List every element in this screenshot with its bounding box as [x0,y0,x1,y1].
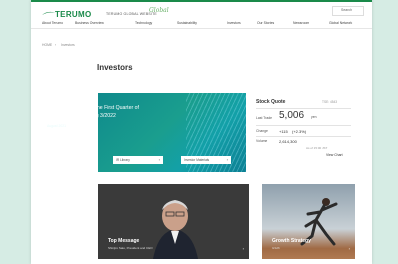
nav-item-sustainability[interactable]: Sustainability [177,21,197,25]
divider [256,125,351,126]
change-value: +115 [279,129,288,134]
change-label: Change [256,129,268,133]
last-trade-value: 5,006 [279,110,305,121]
growth-strategy-card[interactable]: Growth Strategy GS26 › [262,184,355,259]
site-header: TERUMO TERUMO GLOBAL WEBSITE Global Sear… [31,2,372,28]
investor-materials-select[interactable]: Investor Materials › [181,156,231,164]
page-title: Investors [97,63,133,72]
price-unit: yen [311,115,317,119]
view-chart-link[interactable]: View Chart [326,153,343,157]
stock-ticker: TSE: 4543 [322,100,338,104]
stock-quote-panel: Stock Quote TSE: 4543 Last Trade 5,006 y… [256,96,351,172]
card-title: Growth Strategy [272,238,311,244]
search-label: Search [341,8,353,12]
volume-label: Volume [256,139,268,143]
nav-item-global[interactable]: Global Network [329,21,352,25]
nav-item-newsroom[interactable]: Newsroom [293,21,309,25]
breadcrumb-home[interactable]: HOME [42,43,52,47]
nav-item-technology[interactable]: Technology [135,21,152,25]
nav-divider [31,28,372,29]
nav-item-business[interactable]: Business Overview [75,21,104,25]
logo-swoosh-icon [42,11,56,15]
top-message-card[interactable]: Top Message Shinjiro Sato, President and… [98,184,249,259]
hero-title[interactable]: Financial Results for the First Quarter … [47,104,147,120]
stock-quote-title: Stock Quote [256,99,286,105]
chevron-right-icon: › [226,157,228,162]
volume-value: 2,614,300 [279,139,297,144]
change-percent: (+2.3%) [292,129,307,134]
breadcrumb-separator: › [55,43,57,47]
chevron-right-icon: › [242,246,244,251]
ir-library-select[interactable]: IR Library › [113,156,163,164]
script-logo: Global [149,7,169,14]
nav-item-stories[interactable]: Our Stories [257,21,274,25]
chevron-right-icon: › [348,246,350,251]
breadcrumb-current: Investors [61,43,75,47]
nav-item-about[interactable]: About Terumo [42,21,63,25]
quote-timestamp: As of 15:00 JST [306,146,328,150]
ir-library-label: IR Library [116,158,130,162]
last-trade-label: Last Trade [256,116,273,120]
divider [256,108,351,109]
browser-window: TERUMO TERUMO GLOBAL WEBSITE Global Sear… [31,0,372,264]
divider [256,136,351,137]
card-title: Top Message [108,238,140,244]
chevron-right-icon: › [158,157,160,162]
card-subtitle: Shinjiro Sato, President and CEO [108,246,153,250]
logo-text[interactable]: TERUMO [55,10,91,19]
search-box[interactable]: Search [332,6,364,16]
card-subtitle: GS26 [272,246,280,250]
investor-materials-label: Investor Materials [184,158,210,162]
nav-item-investors[interactable]: Investors [227,21,241,25]
hero-date: August 2021 [47,124,67,128]
